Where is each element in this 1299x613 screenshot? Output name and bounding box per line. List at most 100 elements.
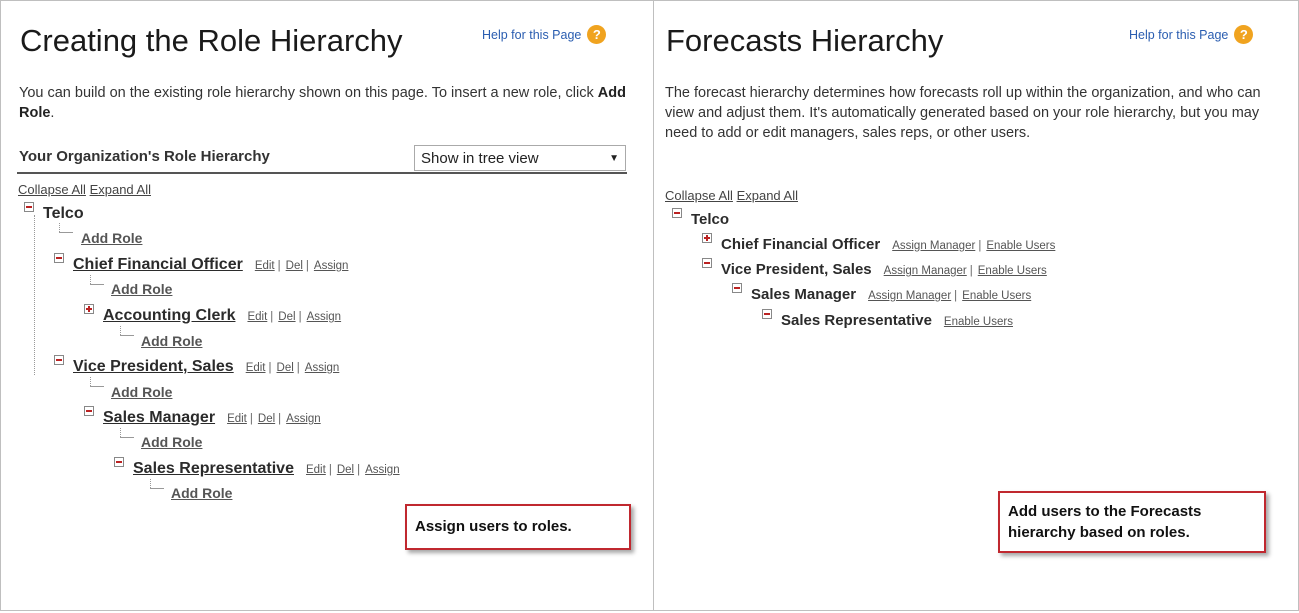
role-link-mgr[interactable]: Sales Manager	[103, 409, 215, 427]
tree-line	[120, 437, 134, 438]
tree-node-cfo: Chief Financial Officer Edit | Del | Assign	[54, 253, 349, 274]
minus-box-icon[interactable]	[54, 253, 64, 263]
tree-controls: Collapse All Expand All	[18, 182, 151, 197]
tree-node-vp: Vice President, Sales Edit | Del | Assign	[54, 355, 340, 376]
plus-box-icon[interactable]	[84, 304, 94, 314]
separator: |	[270, 311, 274, 323]
tree-line	[90, 377, 91, 386]
separator: |	[296, 362, 300, 374]
add-role-link[interactable]: Add Role	[111, 384, 172, 400]
intro-text-end: .	[50, 105, 55, 121]
minus-box-icon[interactable]	[762, 309, 772, 319]
tree-controls: Collapse All Expand All	[665, 188, 798, 203]
separator: |	[328, 464, 332, 476]
collapse-all-link[interactable]: Collapse All	[665, 188, 733, 203]
minus-box-icon[interactable]	[84, 406, 94, 416]
node-actions: Assign Manager | Enable Users	[868, 290, 1031, 302]
add-role-link[interactable]: Add Role	[111, 281, 172, 297]
help-link[interactable]: Help for this Page ?	[482, 25, 607, 44]
help-link-label[interactable]: Help for this Page	[1129, 28, 1228, 42]
callout-note: Add users to the Forecasts hierarchy bas…	[998, 491, 1266, 553]
del-link[interactable]: Del	[286, 260, 303, 272]
tree-line	[120, 326, 121, 335]
role-link-vp[interactable]: Vice President, Sales	[73, 358, 234, 376]
role-link-clerk[interactable]: Accounting Clerk	[103, 307, 235, 325]
view-select-value: Show in tree view	[421, 149, 539, 167]
help-link[interactable]: Help for this Page ?	[1129, 25, 1254, 44]
minus-box-icon[interactable]	[114, 457, 124, 467]
node-actions: Assign Manager | Enable Users	[884, 265, 1047, 277]
assign-link[interactable]: Assign	[286, 413, 321, 425]
section-header: Your Organization's Role Hierarchy	[19, 148, 270, 165]
tree-line	[150, 488, 164, 489]
tree-line	[90, 284, 104, 285]
node-actions: Edit | Del | Assign	[255, 260, 349, 272]
tree-line	[90, 275, 91, 284]
tree-node-rep: Sales Representative Enable Users	[762, 309, 1013, 329]
assign-link[interactable]: Assign	[307, 311, 342, 323]
minus-box-icon[interactable]	[702, 258, 712, 268]
add-role-link[interactable]: Add Role	[81, 230, 142, 246]
chevron-down-icon: ▼	[609, 152, 619, 164]
add-role-link[interactable]: Add Role	[141, 333, 202, 349]
add-role-link[interactable]: Add Role	[171, 485, 232, 501]
forecasts-hierarchy-panel: Forecasts Hierarchy Help for this Page ?…	[653, 0, 1299, 611]
assign-manager-link[interactable]: Assign Manager	[884, 265, 967, 277]
separator: |	[954, 290, 958, 302]
del-link[interactable]: Del	[337, 464, 354, 476]
edit-link[interactable]: Edit	[246, 362, 266, 374]
role-link-rep[interactable]: Sales Representative	[133, 460, 294, 478]
view-select[interactable]: Show in tree view ▼	[414, 145, 626, 171]
node-actions: Edit | Del | Assign	[247, 311, 341, 323]
enable-users-link[interactable]: Enable Users	[978, 265, 1047, 277]
node-actions: Edit | Del | Assign	[227, 413, 321, 425]
expand-all-link[interactable]: Expand All	[90, 182, 151, 197]
assign-link[interactable]: Assign	[305, 362, 340, 374]
page-title: Creating the Role Hierarchy	[20, 23, 403, 58]
minus-box-icon[interactable]	[672, 208, 682, 218]
node-actions: Enable Users	[944, 316, 1013, 328]
enable-users-link[interactable]: Enable Users	[944, 316, 1013, 328]
tree-line	[59, 223, 60, 232]
separator: |	[268, 362, 272, 374]
minus-box-icon[interactable]	[732, 283, 742, 293]
minus-box-icon[interactable]	[54, 355, 64, 365]
tree-line	[150, 479, 151, 488]
question-circle-icon[interactable]: ?	[1234, 25, 1254, 44]
enable-users-link[interactable]: Enable Users	[962, 290, 1031, 302]
intro-text-body: You can build on the existing role hiera…	[19, 85, 598, 101]
tree-node-mgr: Sales Manager Assign Manager | Enable User…	[732, 283, 1031, 303]
help-link-label[interactable]: Help for this Page	[482, 28, 581, 42]
collapse-all-link[interactable]: Collapse All	[18, 182, 86, 197]
enable-users-link[interactable]: Enable Users	[986, 240, 1055, 252]
edit-link[interactable]: Edit	[255, 260, 275, 272]
node-label: Vice President, Sales	[721, 261, 872, 278]
node-actions: Edit | Del | Assign	[306, 464, 400, 476]
del-link[interactable]: Del	[258, 413, 275, 425]
plus-box-icon[interactable]	[702, 233, 712, 243]
question-circle-icon[interactable]: ?	[587, 25, 607, 44]
edit-link[interactable]: Edit	[306, 464, 326, 476]
section-divider	[17, 172, 627, 174]
assign-link[interactable]: Assign	[314, 260, 349, 272]
role-hierarchy-panel: Creating the Role Hierarchy Help for thi…	[0, 0, 654, 611]
tree-line	[59, 232, 73, 233]
role-link-cfo[interactable]: Chief Financial Officer	[73, 256, 243, 274]
tree-node-cfo: Chief Financial Officer Assign Manager | E…	[702, 233, 1055, 253]
del-link[interactable]: Del	[278, 311, 295, 323]
assign-manager-link[interactable]: Assign Manager	[892, 240, 975, 252]
tree-node-clerk: Accounting Clerk Edit | Del | Assign	[84, 304, 341, 325]
expand-all-link[interactable]: Expand All	[737, 188, 798, 203]
assign-manager-link[interactable]: Assign Manager	[868, 290, 951, 302]
assign-link[interactable]: Assign	[365, 464, 400, 476]
add-role-link[interactable]: Add Role	[141, 434, 202, 450]
callout-note: Assign users to roles.	[405, 504, 631, 550]
node-label: Telco	[691, 211, 730, 228]
minus-box-icon[interactable]	[24, 202, 34, 212]
tree-node-rep: Sales Representative Edit | Del | Assign	[114, 457, 400, 478]
del-link[interactable]: Del	[277, 362, 294, 374]
edit-link[interactable]: Edit	[227, 413, 247, 425]
tree-node-vp: Vice President, Sales Assign Manager | Ena…	[702, 258, 1047, 278]
edit-link[interactable]: Edit	[247, 311, 267, 323]
node-actions: Edit | Del | Assign	[246, 362, 340, 374]
